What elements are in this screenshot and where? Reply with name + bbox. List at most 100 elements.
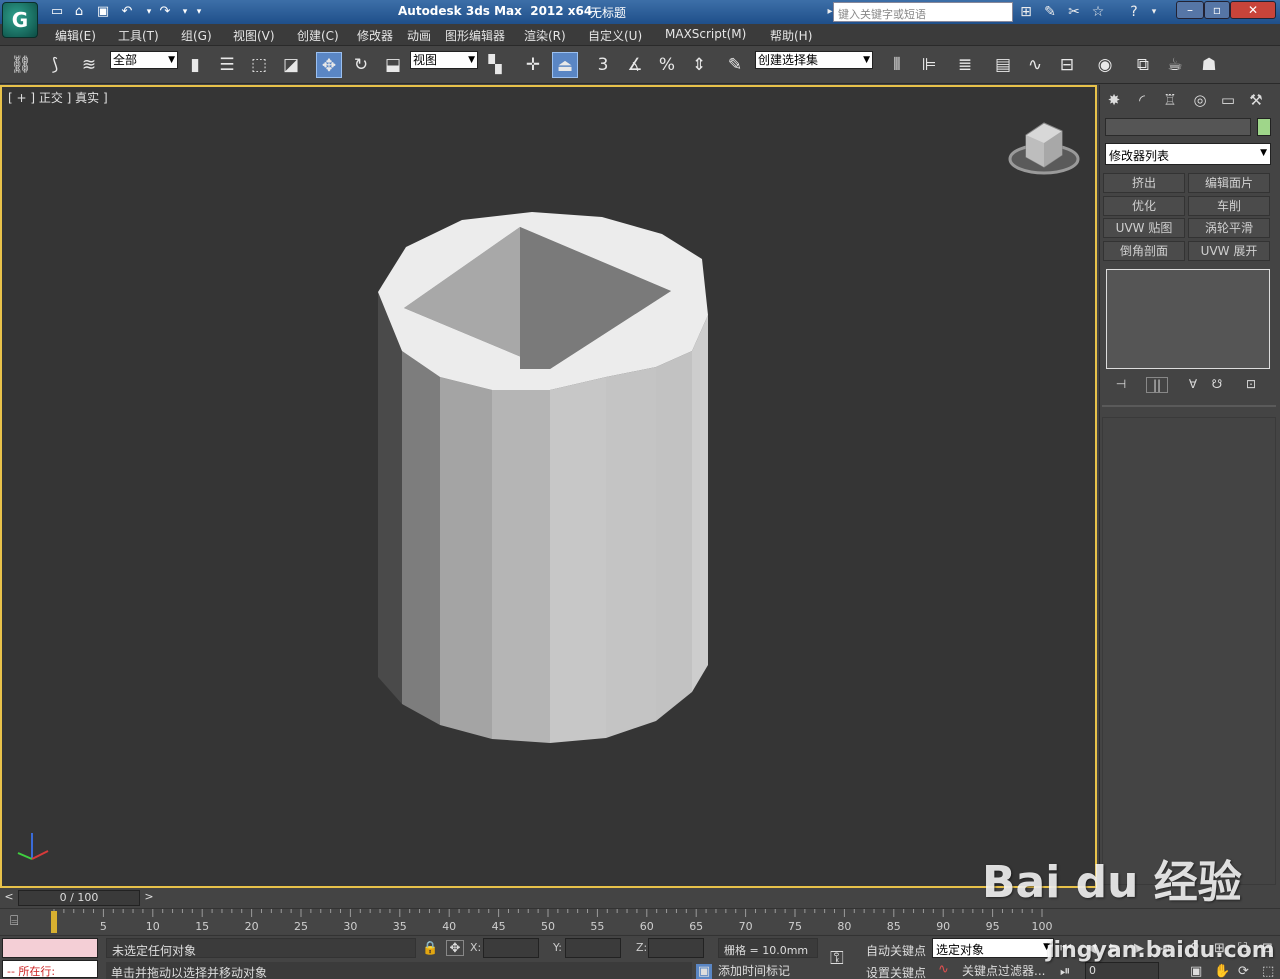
extrude-button[interactable]: 挤出 — [1103, 173, 1185, 193]
redo-icon[interactable]: ↷ — [156, 3, 174, 21]
mirror-icon[interactable]: ⫴ — [884, 52, 910, 78]
named-selection-select[interactable]: 创建选择集 ▼ — [755, 51, 873, 69]
pivot-center-icon[interactable]: ▚ — [482, 52, 508, 78]
menu-help[interactable]: 帮助(H) — [770, 27, 812, 44]
maxscript-listener-mini[interactable] — [2, 938, 98, 958]
minimize-button[interactable]: – — [1176, 1, 1204, 19]
menu-create[interactable]: 创建(C) — [297, 27, 339, 44]
display-tab-icon[interactable]: ▭ — [1216, 89, 1240, 111]
select-and-move-icon[interactable]: ✥ — [316, 52, 342, 78]
select-and-link-icon[interactable]: ⛓ — [8, 52, 34, 78]
edit-named-selection-icon[interactable]: ✎ — [722, 52, 748, 78]
remove-modifier-icon[interactable]: ☋ — [1206, 377, 1228, 393]
modifier-stack[interactable] — [1106, 269, 1270, 369]
new-file-icon[interactable]: ▭ — [48, 3, 66, 21]
menu-rendering[interactable]: 渲染(R) — [524, 27, 566, 44]
render-setup-icon[interactable]: ⧉ — [1130, 52, 1156, 78]
modify-tab-icon[interactable]: ◜ — [1130, 89, 1154, 111]
maximize-viewport-icon[interactable]: ⬚ — [1262, 964, 1274, 979]
curve-editor-icon[interactable]: ∿ — [1022, 52, 1048, 78]
hierarchy-tab-icon[interactable]: ♖ — [1158, 89, 1182, 111]
maxscript-line-field[interactable]: -- 所在行: — [2, 960, 98, 978]
align-icon[interactable]: ⊫ — [916, 52, 942, 78]
selection-filter-select[interactable]: 全部 ▼ — [110, 51, 178, 69]
undo-icon[interactable]: ↶ — [118, 3, 136, 21]
bevel-profile-button[interactable]: 倒角剖面 — [1103, 241, 1185, 261]
pan-view-icon[interactable]: ✋ — [1214, 964, 1230, 979]
render-production-icon[interactable]: ☗ — [1196, 52, 1222, 78]
uvw-map-button[interactable]: UVW 贴图 — [1103, 218, 1185, 238]
orbit-icon[interactable]: ⟳ — [1238, 964, 1249, 979]
z-coordinate-field[interactable] — [648, 938, 704, 958]
layer-manager-icon[interactable]: ≣ — [952, 52, 978, 78]
menu-graph-editors[interactable]: 图形编辑器 — [445, 27, 505, 44]
previous-frame-icon[interactable]: < — [2, 890, 16, 906]
communication-icon[interactable]: ✂ — [1064, 3, 1084, 21]
unlink-icon[interactable]: ⟆ — [42, 52, 68, 78]
key-filters-button[interactable]: 关键点过滤器... — [962, 962, 1045, 979]
object-name-field[interactable] — [1105, 118, 1251, 136]
modifier-list-dropdown[interactable]: 修改器列表 ▼ — [1105, 143, 1271, 165]
selection-lock-icon[interactable]: 🔒 — [422, 941, 438, 956]
time-slider-thumb[interactable]: 0 / 100 — [18, 890, 140, 906]
utilities-tab-icon[interactable]: ⚒ — [1244, 89, 1268, 111]
app-logo-icon[interactable]: G — [2, 2, 38, 38]
lathe-button[interactable]: 车削 — [1188, 196, 1270, 216]
field-of-view-icon[interactable]: ▣ — [1190, 964, 1202, 979]
y-coordinate-field[interactable] — [565, 938, 621, 958]
favorites-star-icon[interactable]: ☆ — [1088, 3, 1108, 21]
set-key-icon[interactable]: ⚿ — [830, 948, 844, 969]
maximize-button[interactable]: ▫ — [1204, 1, 1230, 19]
edit-patch-button[interactable]: 编辑面片 — [1188, 173, 1270, 193]
graphite-tools-icon[interactable]: ▤ — [990, 52, 1016, 78]
time-tag-icon[interactable]: ▣ — [696, 964, 712, 979]
menu-modifiers[interactable]: 修改器 — [357, 27, 393, 44]
x-coordinate-field[interactable] — [483, 938, 539, 958]
configure-modifier-sets-icon[interactable]: ⊡ — [1240, 377, 1262, 393]
rectangular-selection-icon[interactable]: ⬚ — [246, 52, 272, 78]
select-object-icon[interactable]: ▮ — [182, 52, 208, 78]
help-icon[interactable]: ? — [1124, 3, 1144, 21]
pin-stack-icon[interactable]: ⊣ — [1110, 377, 1132, 393]
menu-group[interactable]: 组(G) — [181, 27, 212, 44]
schematic-view-icon[interactable]: ⊟ — [1054, 52, 1080, 78]
create-tab-icon[interactable]: ✸ — [1102, 89, 1126, 111]
key-target-select[interactable]: 选定对象 ▼ — [932, 938, 1054, 958]
menu-edit[interactable]: 编辑(E) — [55, 27, 96, 44]
rendered-frame-window-icon[interactable]: ☕ — [1162, 52, 1188, 78]
select-by-name-icon[interactable]: ☰ — [214, 52, 240, 78]
subscription-icon[interactable]: ✎ — [1040, 3, 1060, 21]
key-mode-toggle-icon[interactable]: ⏯ — [1060, 964, 1070, 979]
close-button[interactable]: ✕ — [1230, 1, 1276, 19]
current-frame-marker[interactable] — [51, 911, 57, 933]
menu-animation[interactable]: 动画 — [407, 27, 431, 44]
auto-key-button[interactable]: 自动关键点 — [866, 942, 926, 959]
keyboard-shortcut-override-icon[interactable]: ⏏ — [552, 52, 578, 78]
track-bar[interactable]: ⌸ 05101520253035404550556065707580859095… — [0, 908, 1280, 934]
open-file-icon[interactable]: ⌂ — [70, 3, 88, 21]
motion-tab-icon[interactable]: ◎ — [1188, 89, 1212, 111]
perspective-viewport[interactable]: [ + ] 正交 ] 真实 ] — [0, 85, 1097, 888]
snaps-toggle-icon[interactable]: 3 — [590, 52, 616, 78]
angle-snap-icon[interactable]: ∡ — [622, 52, 648, 78]
window-crossing-icon[interactable]: ◪ — [278, 52, 304, 78]
menu-maxscript[interactable]: MAXScript(M) — [665, 27, 746, 41]
reference-coordinate-select[interactable]: 视图 ▼ — [410, 51, 478, 69]
select-and-rotate-icon[interactable]: ↻ — [348, 52, 374, 78]
menu-customize[interactable]: 自定义(U) — [588, 27, 642, 44]
add-time-tag-button[interactable]: 添加时间标记 — [718, 962, 790, 979]
turbosmooth-button[interactable]: 涡轮平滑 — [1188, 218, 1270, 238]
binoculars-icon[interactable]: ⊞ — [1016, 3, 1036, 21]
absolute-mode-icon[interactable]: ✥ — [446, 940, 464, 956]
hollow-cylinder-object[interactable] — [378, 212, 708, 743]
optimize-button[interactable]: 优化 — [1103, 196, 1185, 216]
help-dropdown-icon[interactable]: ▾ — [1144, 3, 1164, 21]
menu-tools[interactable]: 工具(T) — [118, 27, 159, 44]
bind-space-warp-icon[interactable]: ≋ — [76, 52, 102, 78]
spinner-snap-icon[interactable]: ⇕ — [686, 52, 712, 78]
menu-views[interactable]: 视图(V) — [233, 27, 275, 44]
quick-access-menu-icon[interactable]: ▾ — [190, 3, 208, 21]
next-frame-icon[interactable]: > — [142, 890, 156, 906]
set-key-button[interactable]: 设置关键点 — [866, 964, 926, 979]
material-editor-icon[interactable]: ◉ — [1092, 52, 1118, 78]
